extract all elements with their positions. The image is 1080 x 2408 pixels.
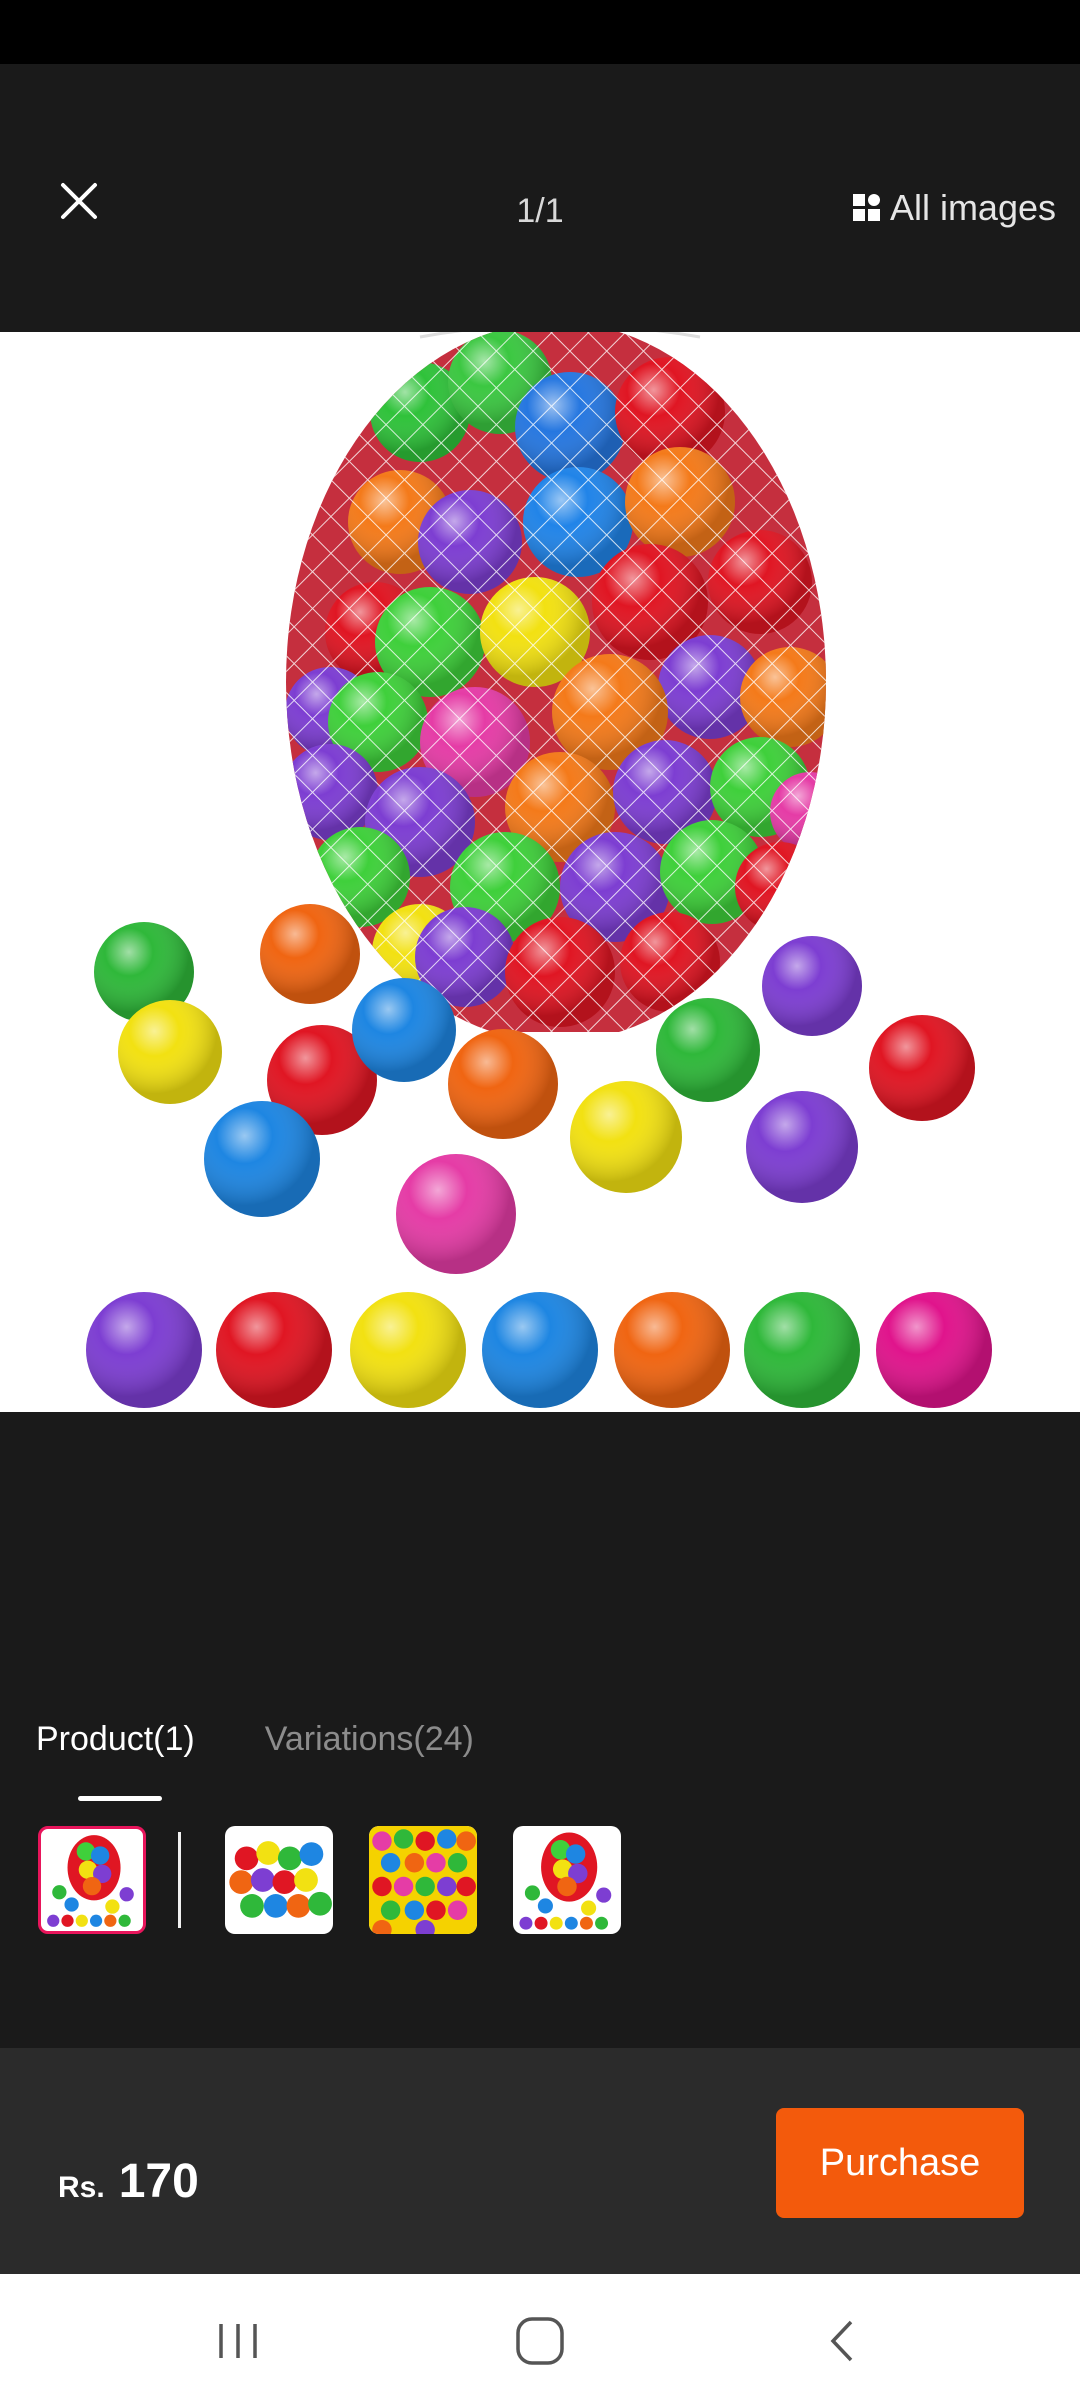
media-tabs: Product(1) Variations(24) — [36, 1720, 474, 1759]
thumbnail-image — [369, 1826, 477, 1934]
price: Rs. 170 — [58, 2154, 199, 2209]
product-image[interactable] — [0, 332, 1080, 1412]
all-images-label: All images — [889, 187, 1056, 228]
thumbnail-image — [229, 1841, 332, 1918]
thumbnail-variation-1[interactable] — [225, 1826, 333, 1934]
thumbnail-strip — [38, 1824, 621, 1936]
tab-variations[interactable]: Variations(24) — [265, 1720, 474, 1759]
all-images-button[interactable]: All images — [852, 184, 1056, 232]
thumbnail-variation-3[interactable] — [513, 1826, 621, 1934]
thumbnail-divider — [178, 1832, 181, 1928]
active-tab-indicator — [78, 1796, 162, 1801]
home-icon — [516, 2317, 564, 2365]
recent-apps-button[interactable] — [188, 2304, 288, 2378]
thumbnail-image — [519, 1832, 612, 1930]
thumbnail-image — [47, 1835, 134, 1927]
purchase-button[interactable]: Purchase — [776, 2108, 1024, 2218]
recent-apps-icon — [219, 2324, 257, 2358]
back-icon — [830, 2320, 853, 2362]
tab-product[interactable]: Product(1) — [36, 1720, 195, 1759]
thumbnail-product[interactable] — [38, 1826, 146, 1934]
status-bar — [0, 0, 1080, 64]
system-nav-bar — [0, 2274, 1080, 2408]
price-currency: Rs. — [58, 2171, 105, 2204]
grid-icon — [852, 194, 880, 221]
thumbnail-variation-2[interactable] — [369, 1826, 477, 1934]
ball-pit-balls-image — [86, 332, 992, 1408]
home-button[interactable] — [490, 2304, 590, 2378]
price-value: 170 — [118, 2155, 199, 2208]
back-button[interactable] — [794, 2304, 894, 2378]
